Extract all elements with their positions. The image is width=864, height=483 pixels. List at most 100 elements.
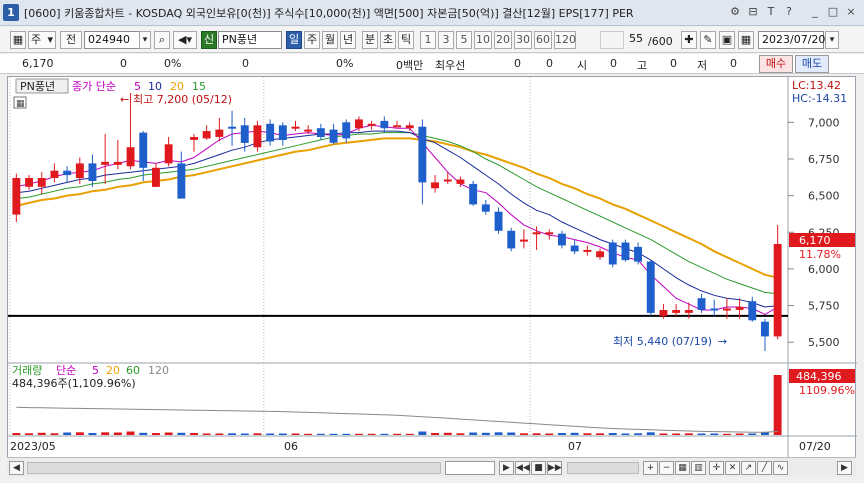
volume-bar: [202, 433, 211, 435]
layout-icon[interactable]: ⊟: [746, 5, 760, 19]
candle-body: [583, 249, 592, 252]
volume-bar: [443, 432, 452, 435]
compare-button[interactable]: ✚: [681, 31, 697, 49]
scroll-left-button[interactable]: ◀: [9, 461, 24, 475]
table-icon: ▦: [16, 99, 25, 109]
date-input[interactable]: 2023/07/20: [758, 31, 825, 49]
line-tool-button[interactable]: ╱: [757, 461, 772, 475]
candle-body: [50, 170, 59, 178]
code-dropdown-button[interactable]: ▾: [139, 31, 151, 49]
grid-menu-button[interactable]: ▦: [10, 31, 26, 49]
chart-canvas[interactable]: 7,0006,7506,5006,2506,0005,7505,500 PN풍년…: [8, 77, 857, 458]
calendar-button[interactable]: ▦: [738, 31, 754, 49]
close-icon[interactable]: ×: [844, 5, 858, 19]
prev-button[interactable]: 전: [60, 31, 82, 49]
stop-button[interactable]: ■: [531, 461, 546, 475]
volume-bar: [367, 433, 376, 435]
hc-label: HC:-14.31: [792, 92, 847, 105]
scroll-first-button[interactable]: ▶: [499, 461, 514, 475]
chart-area[interactable]: 7,000 6,750 6,500 6,250 6,000 5,750 5,500 PN풍년…: [7, 76, 857, 461]
sell-button[interactable]: 매도: [795, 55, 829, 73]
scroll-forward-button[interactable]: ▶▶: [547, 461, 562, 475]
crosshair-button[interactable]: ✛: [709, 461, 724, 475]
signal-badge[interactable]: 신: [201, 31, 217, 49]
candle-body: [481, 204, 490, 212]
display-count-input[interactable]: 55: [626, 31, 646, 49]
help-icon[interactable]: ?: [782, 5, 796, 19]
interval-60[interactable]: 60: [534, 31, 552, 49]
price-change-pct: 0%: [164, 57, 182, 70]
chevron-down-icon: ▾: [142, 35, 148, 45]
candle-body: [215, 129, 224, 137]
candle-body: [355, 119, 363, 129]
volume-bar: [177, 432, 186, 435]
candle-body: [291, 126, 300, 129]
chart-type-button[interactable]: ▦: [675, 461, 690, 475]
candle-body: [684, 310, 693, 313]
candle-body: [570, 245, 579, 252]
period-second[interactable]: 초: [380, 31, 396, 49]
scroll-thumb[interactable]: [445, 461, 495, 475]
search-icon: ⌕: [158, 33, 166, 46]
scroll-back-button[interactable]: ◀◀: [515, 461, 530, 475]
interval-10[interactable]: 10: [474, 31, 492, 49]
period-day[interactable]: 일: [286, 31, 302, 49]
minimize-icon[interactable]: _: [808, 5, 822, 19]
indicator-icon: ▥: [694, 463, 703, 473]
crosshair-icon: ✛: [712, 463, 721, 473]
low-label: 저: [697, 59, 708, 72]
candle-body: [545, 232, 554, 235]
candle-body: [101, 161, 110, 165]
interval-20[interactable]: 20: [494, 31, 512, 49]
period-week[interactable]: 주: [304, 31, 320, 49]
indicator-button[interactable]: ▥: [691, 461, 706, 475]
scroll-right-button[interactable]: ▶: [837, 461, 852, 475]
interval-1[interactable]: 1: [420, 31, 436, 49]
scroll-track[interactable]: [27, 462, 441, 474]
low-value: 0: [730, 57, 737, 70]
volume-bar: [748, 433, 757, 435]
candle-body: [773, 244, 782, 337]
buy-button[interactable]: 매수: [759, 55, 793, 73]
volume-ma-120: 120: [148, 364, 169, 377]
pattern-button[interactable]: ✕: [725, 461, 740, 475]
volume-bar: [342, 433, 351, 435]
current-price-tag: 6,170: [799, 234, 831, 247]
candle-body: [75, 163, 84, 179]
candle-body: [190, 137, 198, 140]
volume-bar: [393, 433, 401, 435]
candle-body: [177, 163, 186, 199]
interval-30[interactable]: 30: [514, 31, 532, 49]
sound-button[interactable]: ◀▾: [173, 31, 197, 49]
period-year[interactable]: 년: [340, 31, 356, 49]
ma-legend-10: 10: [148, 80, 162, 93]
interval-3[interactable]: 3: [438, 31, 454, 49]
candle-body: [12, 178, 21, 215]
period-month[interactable]: 월: [322, 31, 338, 49]
zoom-out-button[interactable]: −: [659, 461, 674, 475]
interval-5[interactable]: 5: [456, 31, 472, 49]
maximize-icon[interactable]: □: [826, 5, 840, 19]
stock-code-input[interactable]: 024940: [84, 31, 140, 49]
period-tick[interactable]: 틱: [398, 31, 414, 49]
volume-bar: [418, 431, 427, 435]
settings-icon[interactable]: ⚙: [728, 5, 742, 19]
wave-tool-button[interactable]: ∿: [773, 461, 788, 475]
volume-bar: [456, 433, 465, 435]
compare-icon: ✚: [684, 33, 694, 46]
search-button[interactable]: ⌕: [154, 31, 170, 49]
zoom-track[interactable]: [567, 462, 639, 474]
trend-button[interactable]: ↗: [741, 461, 756, 475]
save-button[interactable]: ▣: [719, 31, 735, 49]
text-icon[interactable]: T: [764, 5, 778, 19]
y-tick-label: 5,500: [808, 336, 840, 349]
interval-custom-input[interactable]: [600, 31, 624, 49]
window-number-badge: 1: [3, 4, 19, 21]
date-dropdown-button[interactable]: ▾: [825, 31, 839, 49]
period-minute[interactable]: 분: [362, 31, 378, 49]
draw-button[interactable]: ✎: [700, 31, 716, 49]
stock-tag: PN풍년: [20, 80, 55, 93]
zoom-in-button[interactable]: +: [643, 461, 658, 475]
interval-120[interactable]: 120: [554, 31, 576, 49]
type-select[interactable]: 주 ▾: [28, 31, 56, 49]
